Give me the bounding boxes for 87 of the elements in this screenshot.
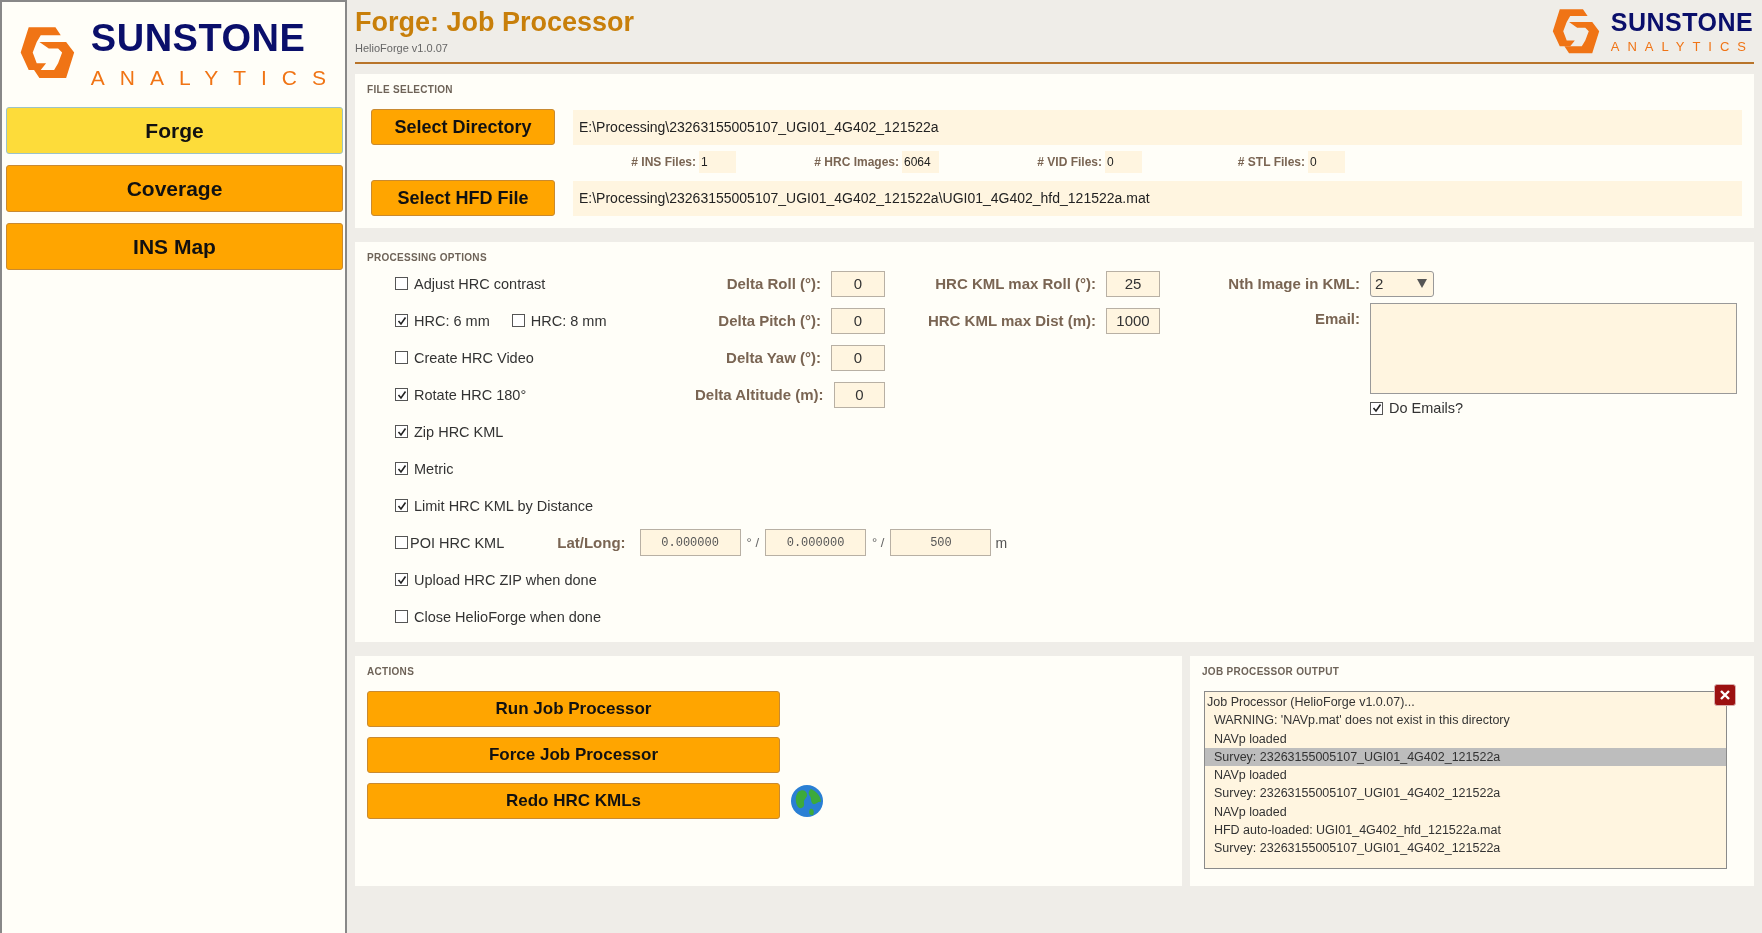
field-label: HRC KML max Roll (°): (935, 275, 1096, 292)
nav-button[interactable]: Forge (6, 107, 343, 154)
logo-name: SUNSTONE (90, 18, 307, 57)
value-field[interactable]: 0 (833, 381, 885, 408)
page-title: Forge: Job Processor (355, 8, 635, 36)
checkbox-label: HRC: 8 mm (530, 312, 607, 329)
globe-icon[interactable] (790, 784, 824, 818)
field-label: Delta Yaw (°): (726, 349, 821, 366)
coordinate-field[interactable]: 500 (890, 529, 992, 556)
checkbox-label: Upload HRC ZIP when done (414, 571, 597, 588)
email-field[interactable] (1370, 303, 1737, 394)
checkbox[interactable] (395, 536, 408, 549)
log-line[interactable]: NAVp loaded (1205, 766, 1291, 785)
field-label: Nth Image in KML: (1228, 275, 1360, 292)
checkbox-label: POI HRC KML (410, 534, 505, 551)
coordinate-field[interactable]: 0.000000 (639, 529, 741, 556)
nav-button[interactable]: Coverage (6, 165, 343, 212)
value-field[interactable]: 0 (831, 344, 885, 371)
count-label: # HRC Images: (814, 155, 899, 169)
value-field[interactable]: 0 (831, 307, 885, 334)
field-label: Email: (1315, 310, 1360, 327)
log-line[interactable]: NAVp loaded (1205, 729, 1291, 748)
count-field: 1 (699, 151, 736, 173)
checkbox[interactable] (395, 277, 408, 290)
checkbox-label: Do Emails? (1389, 400, 1464, 416)
count-label: # STL Files: (1237, 155, 1305, 169)
version-text: HelioForge v1.0.07 (355, 41, 449, 54)
checkbox[interactable] (511, 314, 525, 327)
close-icon (1719, 689, 1731, 701)
action-button[interactable]: Redo HRC KMLs (367, 783, 780, 819)
log-line[interactable]: Survey: 23263155005107_UGI01_4G402_121522a (1205, 784, 1505, 803)
checkbox-label: Create HRC Video (414, 349, 534, 366)
nth-image-dropdown[interactable]: 2 (1370, 270, 1434, 297)
checkbox[interactable] (395, 610, 408, 623)
panel-title: FILE SELECTION (367, 84, 454, 95)
checkbox-label: Close HelioForge when done (414, 608, 601, 625)
log-line[interactable]: Survey: 23263155005107_UGI01_4G402_121522a (1205, 839, 1505, 858)
checkbox-label: Zip HRC KML (414, 423, 504, 440)
separator-text: ° / (746, 535, 760, 550)
checkbox[interactable] (395, 314, 408, 327)
latlong-label: Lat/Long: (557, 534, 626, 551)
checkbox[interactable] (395, 499, 408, 512)
checkbox[interactable] (395, 351, 408, 364)
select-directory-button[interactable]: Select Directory (371, 109, 555, 145)
panel-title: JOB PROCESSOR OUTPUT (1202, 666, 1341, 677)
unit-label: m (995, 534, 1008, 551)
checkbox-label: Rotate HRC 180° (414, 386, 527, 403)
logo-tagline: ANALYTICS (90, 66, 341, 88)
checkbox[interactable] (395, 388, 408, 401)
caret-icon (1417, 279, 1427, 288)
action-button[interactable]: Force Job Processor (367, 737, 780, 773)
checkbox[interactable] (395, 425, 408, 438)
field-label: Delta Pitch (°): (718, 312, 821, 329)
count-field: 6064 (902, 151, 939, 173)
field-label: Delta Altitude (m): (695, 386, 824, 403)
panel-title: PROCESSING OPTIONS (367, 252, 488, 263)
panel-title: ACTIONS (367, 666, 416, 677)
nav-button[interactable]: INS Map (6, 223, 343, 270)
field-label: Delta Roll (°): (726, 275, 821, 292)
logo-name: SUNSTONE (1610, 9, 1754, 35)
coordinate-field[interactable]: 0.000000 (765, 529, 867, 556)
directory-path-field[interactable]: E:\Processing\23263155005107_UGI01_4G402_121522a (573, 109, 1742, 145)
hfd-path-field[interactable]: E:\Processing\23263155005107_UGI01_4G402_121522a\UGI01_4G402_hfd_121522a.mat (573, 180, 1742, 216)
close-button[interactable] (1714, 684, 1736, 706)
action-button[interactable]: Run Job Processor (367, 691, 780, 727)
value-field[interactable]: 25 (1106, 270, 1160, 297)
checkbox-label: Adjust HRC contrast (414, 275, 546, 292)
logo-tagline: ANALYTICS (1610, 39, 1754, 53)
log-line[interactable]: Job Processor (HelioForge v1.0.07)... (1205, 693, 1419, 712)
checkbox[interactable] (1370, 401, 1383, 415)
checkbox-label: HRC: 6 mm (414, 312, 490, 329)
field-label: HRC KML max Dist (m): (927, 312, 1096, 329)
value-field[interactable]: 1000 (1106, 307, 1160, 334)
count-label: # VID Files: (1037, 155, 1102, 169)
log-line[interactable]: WARNING: 'NAVp.mat' does not exist in this directory (1205, 711, 1514, 730)
log-line[interactable]: NAVp loaded (1205, 802, 1291, 822)
separator-text: ° / (872, 535, 885, 550)
checkbox[interactable] (395, 573, 408, 586)
select-hfd-file-button[interactable]: Select HFD File (371, 180, 555, 216)
value-field[interactable]: 0 (831, 270, 885, 297)
count-label: # INS Files: (631, 155, 696, 169)
checkbox-label: Limit HRC KML by Distance (414, 497, 594, 514)
count-field: 0 (1105, 151, 1142, 173)
log-line[interactable]: HFD auto-loaded: UGI01_4G402_hfd_121522a.mat (1205, 821, 1505, 840)
count-field: 0 (1308, 151, 1345, 173)
checkbox[interactable] (395, 462, 408, 475)
checkbox-label: Metric (414, 460, 454, 477)
